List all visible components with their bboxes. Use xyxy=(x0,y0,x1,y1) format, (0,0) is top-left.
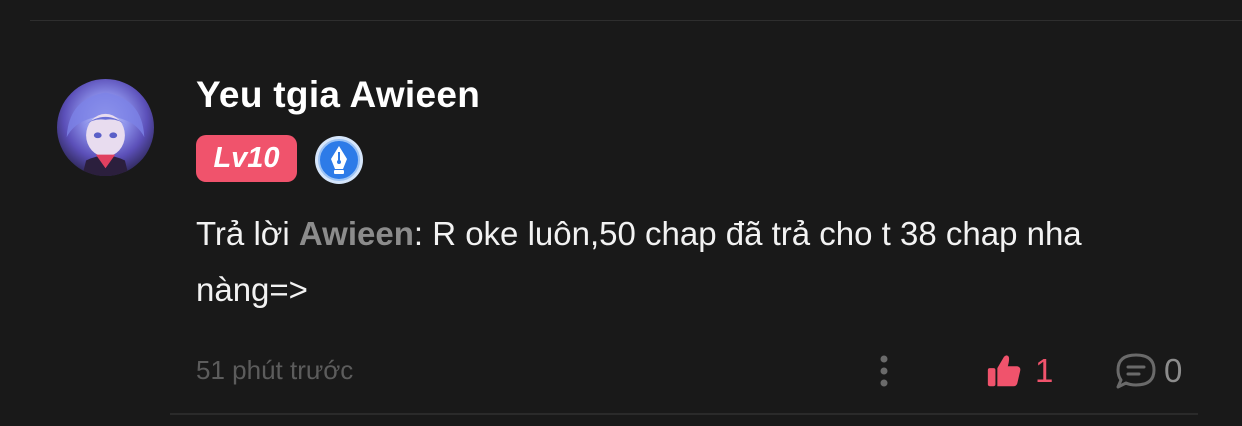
avatar[interactable] xyxy=(57,79,154,176)
reply-prefix: Trả lời xyxy=(196,215,290,252)
reply-button[interactable]: 0 xyxy=(1114,350,1182,392)
thumbs-up-icon xyxy=(987,355,1021,387)
like-button[interactable]: 1 xyxy=(985,350,1053,392)
timestamp: 51 phút trước xyxy=(196,355,354,385)
level-badge: Lv10 xyxy=(196,135,297,182)
fountain-pen-badge-icon xyxy=(314,135,364,185)
like-count: 1 xyxy=(1035,352,1054,389)
username[interactable]: Yeu tgia Awieen xyxy=(196,74,480,116)
top-divider xyxy=(30,20,1242,21)
bottom-divider xyxy=(170,413,1198,415)
comment-bubble-icon xyxy=(1116,353,1156,389)
reply-count: 0 xyxy=(1164,352,1183,389)
comment-text: Trả lời Awieen: R oke luôn,50 chap đã tr… xyxy=(196,206,1196,318)
more-vertical-icon[interactable] xyxy=(874,354,894,388)
mention-link[interactable]: Awieen xyxy=(299,215,414,252)
avatar-image xyxy=(66,92,145,176)
